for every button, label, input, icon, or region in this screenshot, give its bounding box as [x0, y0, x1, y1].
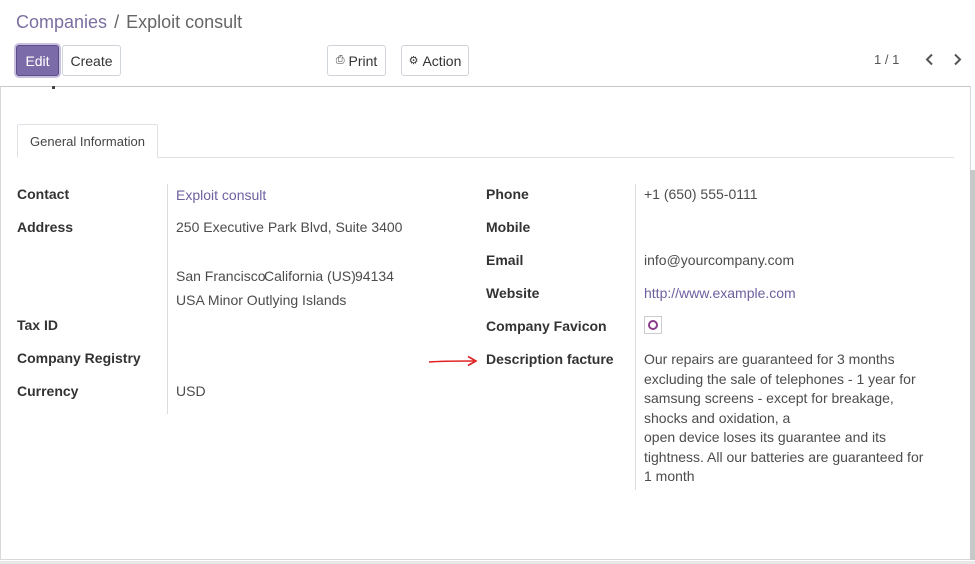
contact-value[interactable]: Exploit consult [176, 187, 266, 203]
tax-id-label: Tax ID [17, 317, 58, 333]
create-button-label: Create [70, 52, 113, 69]
website-label: Website [486, 285, 540, 301]
description-facture-label: Description facture [486, 351, 614, 367]
mobile-label: Mobile [486, 219, 531, 235]
tab-general-information[interactable]: General Information [17, 124, 158, 158]
company-favicon-icon [644, 316, 662, 334]
website-link[interactable]: http://www.example.com [644, 285, 796, 301]
right-group-separator [635, 184, 636, 490]
edit-button-label: Edit [25, 52, 50, 69]
breadcrumb-current: Exploit consult [126, 12, 243, 32]
gear-icon: ⚙ [408, 55, 419, 67]
description-facture-value: Our repairs are guaranteed for 3 months … [644, 351, 924, 484]
currency-label: Currency [17, 383, 79, 399]
chevron-left-icon[interactable] [921, 49, 937, 69]
currency-value: USD [176, 383, 206, 399]
edit-button[interactable]: Edit [16, 45, 59, 76]
breadcrumb-companies-link[interactable]: Companies [16, 12, 107, 32]
address-state: California (US) [264, 268, 356, 284]
email-value[interactable]: info@yourcompany.com [644, 252, 794, 268]
address-city: San Francisco [176, 268, 266, 284]
action-button[interactable]: ⚙ Action [401, 45, 469, 76]
print-button-label: Print [348, 52, 378, 69]
pager-value[interactable]: 1 / 1 [874, 52, 899, 67]
contact-label: Contact [17, 186, 70, 202]
address-zip: 94134 [355, 268, 394, 284]
tab-label: General Information [30, 133, 145, 149]
address-street: 250 Executive Park Blvd, Suite 3400 [176, 219, 403, 235]
create-button[interactable]: Create [62, 45, 121, 76]
annotation-arrow-icon [428, 355, 478, 367]
printer-icon: ⎙ [335, 54, 345, 66]
phone-label: Phone [486, 186, 529, 202]
breadcrumb: Companies / Exploit consult [16, 12, 242, 33]
chevron-right-icon[interactable] [949, 49, 965, 69]
company-favicon-label: Company Favicon [486, 318, 607, 334]
email-label: Email [486, 252, 524, 268]
print-button[interactable]: ⎙ Print [327, 45, 386, 76]
clipped-title-fragment [52, 86, 55, 89]
scrollbar[interactable] [970, 170, 975, 560]
address-label: Address [17, 219, 74, 235]
action-button-label: Action [422, 52, 462, 69]
address-country: USA Minor Outlying Islands [176, 292, 347, 308]
company-registry-label: Company Registry [17, 350, 141, 366]
phone-value: +1 (650) 555-0111 [644, 186, 758, 202]
left-group-separator [167, 184, 168, 414]
breadcrumb-separator: / [114, 12, 120, 32]
